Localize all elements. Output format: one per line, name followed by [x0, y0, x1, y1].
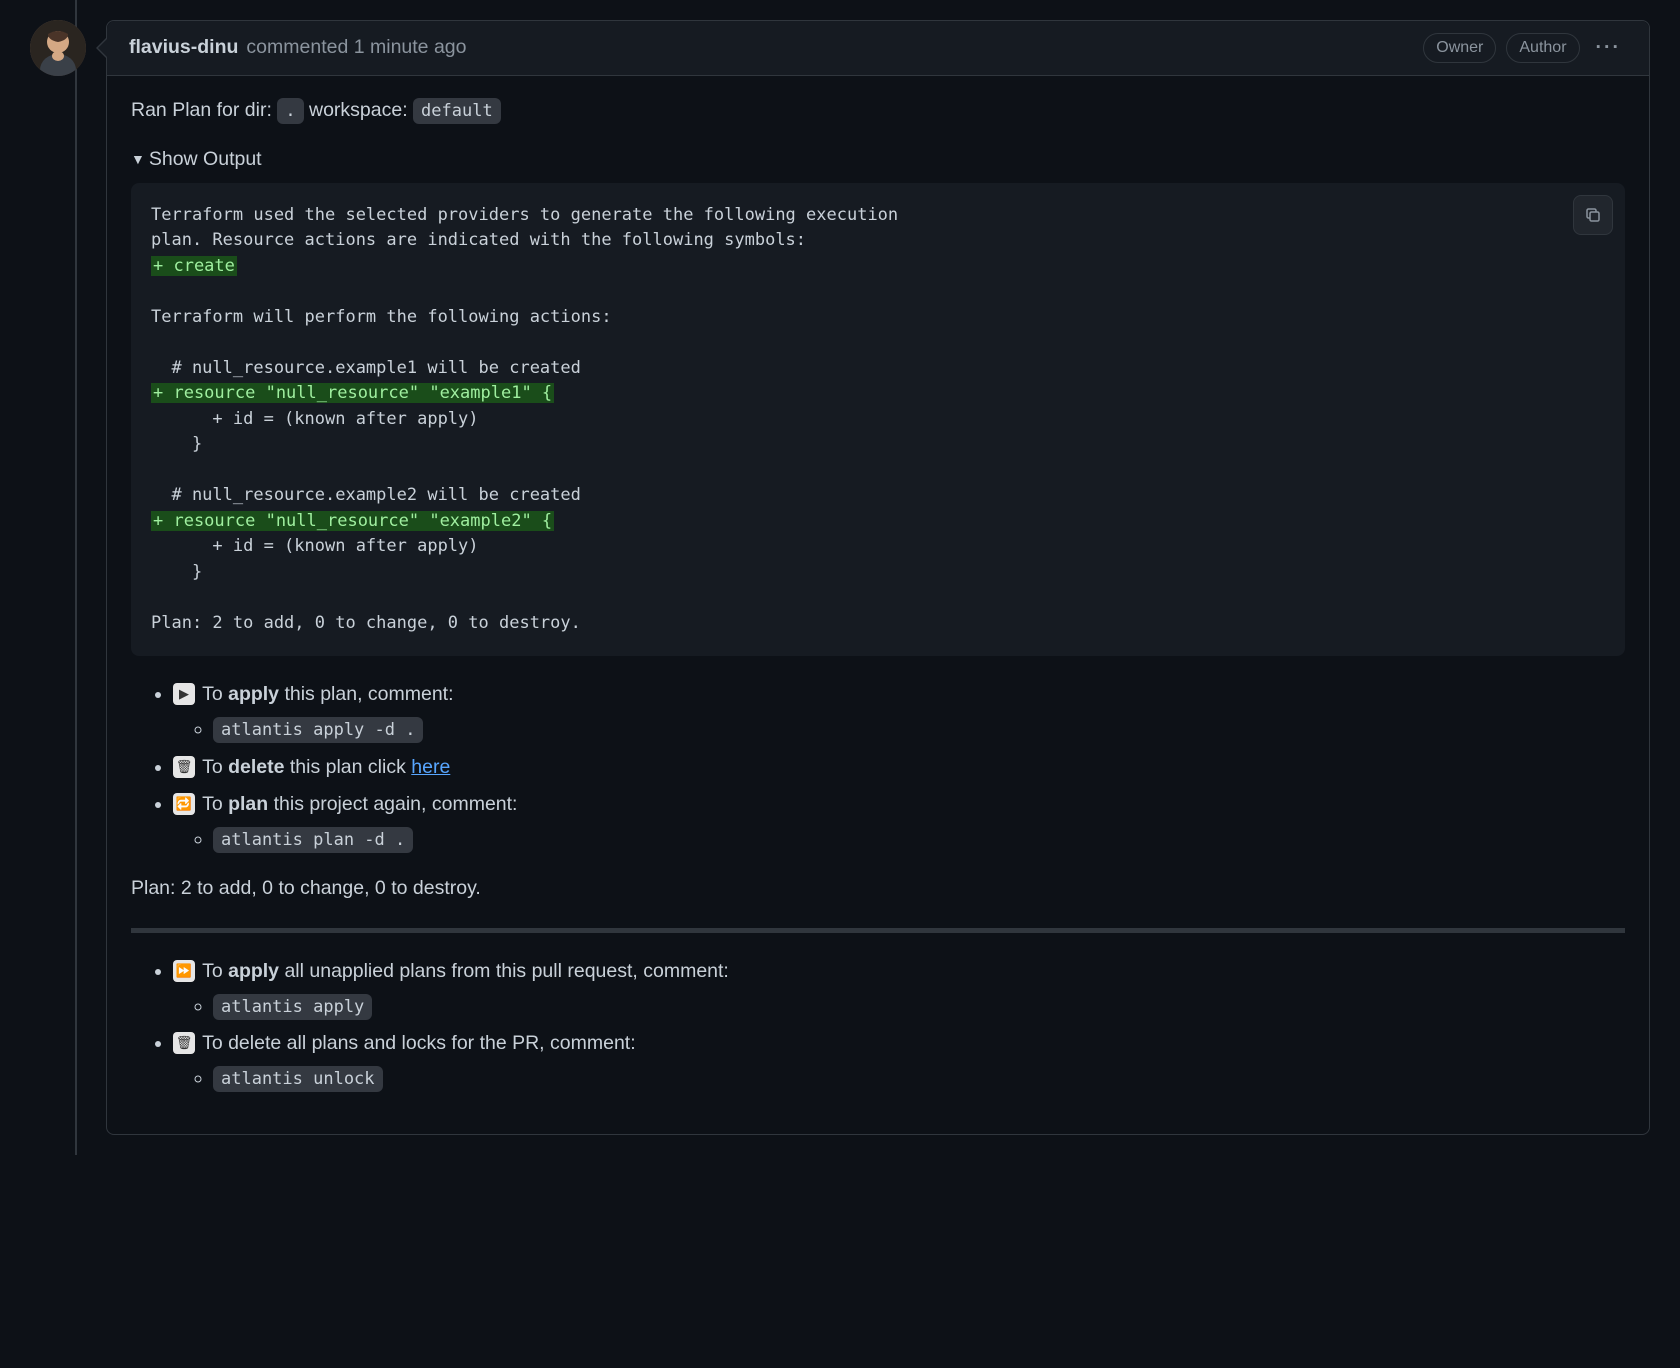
list-item: 🗑 To delete all plans and locks for the …: [173, 1029, 1625, 1094]
repeat-icon: 🔁: [173, 793, 195, 815]
avatar[interactable]: [30, 20, 86, 76]
trash-icon: 🗑: [173, 1032, 195, 1054]
author-badge: Author: [1506, 33, 1579, 63]
list-item: atlantis apply: [213, 992, 1625, 1021]
plan-cmd: atlantis plan -d .: [213, 827, 413, 853]
list-item: 🗑 To delete this plan click here: [173, 753, 1625, 782]
comment-header: flavius-dinu commented 1 minute ago Owne…: [107, 21, 1649, 76]
list-item: 🔁 To plan this project again, comment: a…: [173, 790, 1625, 855]
kebab-menu-icon[interactable]: ···: [1590, 33, 1627, 62]
list-item: ▶ To apply this plan, comment: atlantis …: [173, 680, 1625, 745]
workspace-code: default: [413, 98, 501, 124]
comment-meta: commented 1 minute ago: [246, 33, 466, 62]
fast-forward-icon: ⏩: [173, 960, 195, 982]
trash-icon: 🗑: [173, 756, 195, 778]
timeline-line: [75, 0, 77, 1155]
instruction-list: ▶ To apply this plan, comment: atlantis …: [131, 680, 1625, 854]
list-item: atlantis apply -d .: [213, 715, 1625, 744]
author-username[interactable]: flavius-dinu: [129, 33, 238, 62]
comment-container: flavius-dinu commented 1 minute ago Owne…: [106, 20, 1650, 1135]
list-item: atlantis unlock: [213, 1064, 1625, 1093]
terraform-output: Terraform used the selected providers to…: [131, 183, 1625, 657]
unlock-cmd: atlantis unlock: [213, 1066, 383, 1092]
plan-total-line: Plan: 2 to add, 0 to change, 0 to destro…: [131, 874, 1625, 903]
dir-code: .: [277, 98, 303, 124]
disclosure-triangle-icon: ▼: [131, 149, 145, 170]
show-output-toggle[interactable]: ▼ Show Output: [131, 145, 1625, 174]
apply-all-cmd: atlantis apply: [213, 994, 372, 1020]
copy-icon: [1584, 206, 1602, 224]
footer-instruction-list: ⏩ To apply all unapplied plans from this…: [131, 957, 1625, 1094]
delete-link[interactable]: here: [411, 756, 450, 778]
divider: [131, 928, 1625, 933]
owner-badge: Owner: [1423, 33, 1496, 63]
play-icon: ▶: [173, 683, 195, 705]
comment-body: Ran Plan for dir: . workspace: default ▼…: [107, 76, 1649, 1134]
list-item: atlantis plan -d .: [213, 825, 1625, 854]
plan-summary-line: Ran Plan for dir: . workspace: default: [131, 96, 1625, 125]
list-item: ⏩ To apply all unapplied plans from this…: [173, 957, 1625, 1022]
copy-button[interactable]: [1573, 195, 1613, 235]
apply-cmd: atlantis apply -d .: [213, 717, 423, 743]
